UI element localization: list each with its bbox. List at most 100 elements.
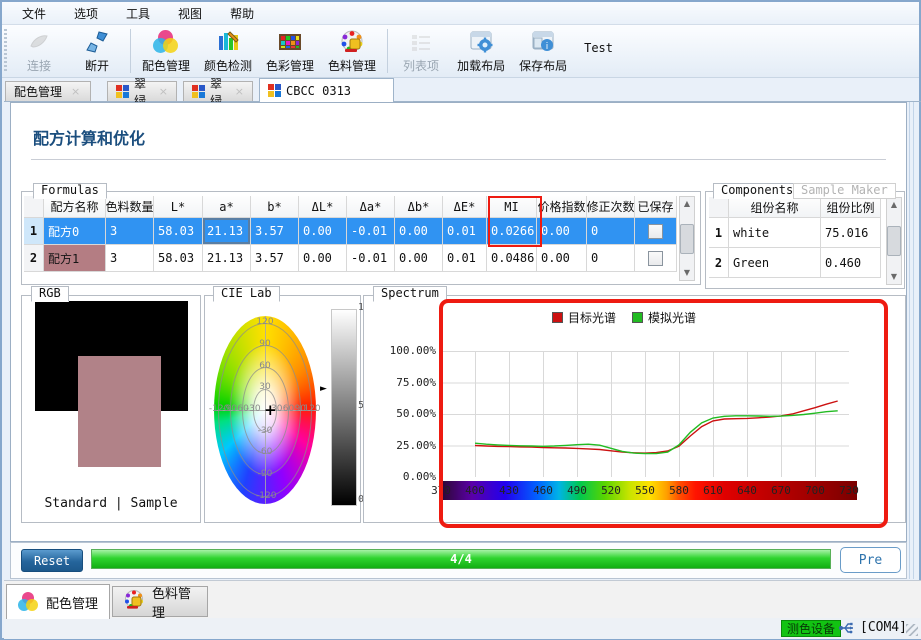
component-ratio: 0.460 (821, 248, 881, 278)
column-header[interactable]: a* (203, 196, 251, 218)
components-scrollbar[interactable]: ▲ ▼ (886, 197, 902, 285)
column-header[interactable]: L* (154, 196, 203, 218)
column-header[interactable]: 修正次数 (587, 196, 635, 218)
load-layout-button[interactable]: 加载布局 (450, 27, 512, 76)
column-header[interactable]: Δb* (395, 196, 443, 218)
document-icon (192, 85, 205, 98)
cie-v-tick: 60 (256, 361, 274, 371)
progress-bar: 4/4 (91, 549, 831, 569)
scroll-up-icon[interactable]: ▲ (684, 197, 690, 211)
title-divider (31, 159, 886, 160)
scroll-up-icon[interactable]: ▲ (891, 198, 897, 212)
menu-view[interactable]: 视图 (166, 3, 214, 24)
list-items-button[interactable]: 列表项 (392, 27, 450, 76)
components-table: 组份名称组份比例1white75.0162Green0.460 (709, 197, 881, 278)
window-info-icon: i (530, 29, 556, 55)
color-detect-button[interactable]: 颜色检测 (197, 27, 259, 76)
column-header[interactable]: 已保存 (635, 196, 677, 218)
module-tab-bar: 配色管理 色料管理 (4, 580, 921, 619)
toolbar-grip[interactable] (4, 29, 7, 73)
resize-grip[interactable] (906, 624, 918, 636)
legend-simulated-swatch (632, 312, 643, 323)
color-bars-icon (215, 29, 241, 55)
cie-h-tick: -30 (244, 404, 262, 414)
cell: 3 (106, 218, 154, 245)
column-header[interactable]: 配方名称 (44, 196, 106, 218)
formula-row[interactable]: 1配方0358.0321.133.570.00-0.010.000.010.02… (24, 218, 677, 245)
save-layout-label: 保存布局 (519, 57, 567, 74)
device-status-badge: 测色设备 (781, 620, 841, 637)
components-group: 组份名称组份比例1white75.0162Green0.460 ▲ ▼ (705, 191, 905, 289)
lightness-marker-icon: ► (320, 384, 327, 394)
cell: 0.00 (299, 218, 347, 245)
tab-emerald-1[interactable]: 翠绿 × (107, 81, 177, 101)
scroll-down-icon[interactable]: ▼ (891, 270, 897, 284)
cell: 0.00 (537, 218, 587, 245)
legend-target-swatch (552, 312, 563, 323)
close-icon[interactable]: × (235, 85, 244, 98)
scroll-down-icon[interactable]: ▼ (684, 266, 690, 280)
rgb-group-label: RGB (31, 286, 69, 302)
menu-file[interactable]: 文件 (10, 3, 58, 24)
cell: 0.00 (395, 218, 443, 245)
reset-button[interactable]: Reset (21, 549, 83, 572)
tab-emerald-2[interactable]: 翠绿 × (183, 81, 253, 101)
column-header[interactable]: 价格指数 (537, 196, 587, 218)
components-tab[interactable]: Components (713, 183, 801, 199)
cie-h-tick: 120 (303, 404, 321, 414)
saved-checkbox[interactable] (648, 224, 663, 239)
application-window: { "menu": {"items": ["文件", "选项", "工具", "… (0, 0, 921, 640)
column-header[interactable]: ΔE* (443, 196, 487, 218)
column-header[interactable]: MI (487, 196, 537, 218)
formulas-scrollbar[interactable]: ▲ ▼ (679, 196, 695, 281)
close-icon[interactable]: × (71, 85, 80, 98)
color-match-button[interactable]: 配色管理 (135, 27, 197, 76)
cell: 58.03 (154, 245, 203, 272)
tab-cbcc-0313[interactable]: CBCC 0313 (259, 78, 394, 102)
right-splitter[interactable] (909, 102, 914, 579)
spectrum-group: 目标光谱 模拟光谱 100.00%75.00%50.00%25.00%0.00%… (363, 295, 906, 523)
column-header[interactable]: b* (251, 196, 299, 218)
tab-label: 配色管理 (14, 83, 62, 100)
y-axis-tick-label: 0.00% (370, 470, 436, 483)
tab-color-match[interactable]: 配色管理 × (5, 81, 91, 101)
cie-v-tick: 120 (256, 317, 274, 327)
cell: 0.0266 (487, 218, 537, 245)
sample-color-swatch (78, 356, 161, 467)
connect-button[interactable]: 连接 (10, 27, 68, 76)
scroll-thumb[interactable] (680, 224, 694, 254)
formula-row[interactable]: 2配方1358.0321.133.570.00-0.010.000.010.04… (24, 245, 677, 272)
cell: 0.01 (443, 245, 487, 272)
menu-bar: 文件 选项 工具 视图 帮助 (2, 2, 919, 25)
component-row[interactable]: 2Green0.460 (709, 248, 881, 278)
module-tab-colorant-manage[interactable]: 色料管理 (112, 586, 208, 617)
saved-checkbox[interactable] (648, 251, 663, 266)
cie-v-tick: 30 (256, 382, 274, 392)
toolbar: 连接 断开 配色管理 (2, 25, 919, 78)
test-button[interactable]: Test (584, 41, 613, 55)
column-header[interactable]: 色料数量 (106, 196, 154, 218)
cie-lab-group: -120-90-60-30306090120120906030-30-60-90… (204, 295, 361, 523)
disconnect-button[interactable]: 断开 (68, 27, 126, 76)
connect-label: 连接 (27, 57, 51, 74)
cell: 0.00 (299, 245, 347, 272)
column-header[interactable]: Δa* (347, 196, 395, 218)
component-row[interactable]: 1white75.016 (709, 218, 881, 248)
sample-maker-tab[interactable]: Sample Maker (793, 183, 896, 199)
color-manage-button[interactable]: 色彩管理 (259, 27, 321, 76)
column-header[interactable]: 组份名称 (729, 197, 821, 218)
scroll-thumb[interactable] (887, 226, 901, 256)
close-icon[interactable]: × (159, 85, 168, 98)
save-layout-button[interactable]: i 保存布局 (512, 27, 574, 76)
pre-button[interactable]: Pre (840, 547, 901, 573)
column-header[interactable]: ΔL* (299, 196, 347, 218)
menu-help[interactable]: 帮助 (218, 3, 266, 24)
column-header[interactable]: 组份比例 (821, 197, 881, 218)
toolbar-separator (130, 29, 131, 73)
cell: 配方0 (44, 218, 106, 245)
module-tab-color-match[interactable]: 配色管理 (6, 584, 110, 619)
colorant-manage-button[interactable]: 色料管理 (321, 27, 383, 76)
color-manage-label: 色彩管理 (266, 57, 314, 74)
menu-options[interactable]: 选项 (62, 3, 110, 24)
menu-tools[interactable]: 工具 (114, 3, 162, 24)
